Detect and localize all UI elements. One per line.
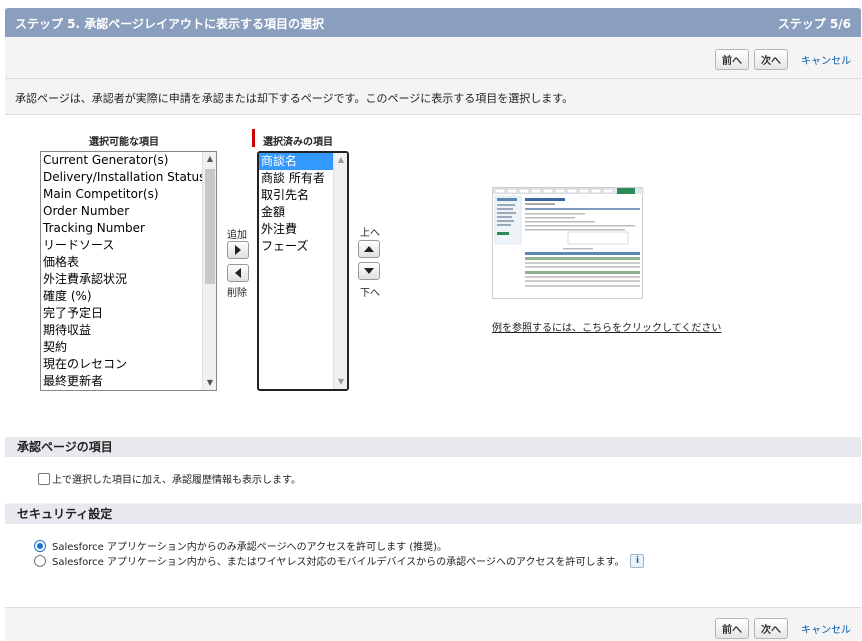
prev-button[interactable]: 前へ: [715, 48, 749, 70]
cancel-link[interactable]: キャンセル: [801, 621, 851, 636]
approval-history-label: 上で選択した項目に加え、承認履歴情報も表示します。: [52, 475, 301, 486]
next-button[interactable]: 次へ: [754, 617, 788, 639]
prev-button[interactable]: 前へ: [715, 617, 749, 639]
scroll-up-arrow-icon[interactable]: ▲: [203, 152, 216, 166]
scroll-thumb[interactable]: [205, 169, 215, 284]
list-item[interactable]: 価格表: [41, 254, 216, 271]
arrow-right-icon: [235, 245, 241, 255]
down-label: 下へ: [360, 288, 380, 299]
list-item[interactable]: Current Generator(s): [41, 152, 216, 169]
preview-example-link[interactable]: 例を参照するには、こちらをクリックしてください: [492, 319, 721, 334]
list-item[interactable]: 期待収益: [41, 322, 216, 339]
scroll-down-arrow-icon[interactable]: ▼: [203, 376, 216, 390]
page-title: ステップ 5. 承認ページレイアウトに表示する項目の選択: [15, 17, 325, 31]
list-item[interactable]: Main Competitor(s): [41, 186, 216, 203]
approval-history-checkbox[interactable]: [38, 472, 50, 485]
step-indicator: ステップ 5/6: [777, 17, 851, 31]
available-fields-title: 選択可能な項目: [89, 137, 159, 148]
list-item[interactable]: 契約: [41, 339, 216, 356]
approval-page-preview-image[interactable]: [492, 187, 644, 299]
divider: [5, 78, 861, 79]
list-item[interactable]: リードソース: [41, 237, 216, 254]
bottom-button-row: 前へ 次へ キャンセル: [715, 617, 851, 639]
divider: [5, 607, 861, 608]
available-scrollbar[interactable]: ▲ ▼: [202, 152, 216, 390]
list-item[interactable]: 外注費承認状況: [41, 271, 216, 288]
list-item[interactable]: 現在のレセコン: [41, 356, 216, 373]
info-icon[interactable]: i: [630, 553, 645, 568]
arrow-left-icon: [235, 268, 241, 278]
security-option-label: Salesforce アプリケーション内から、またはワイヤレス対応のモバイルデバ…: [52, 557, 625, 568]
security-option-radio[interactable]: [34, 554, 46, 567]
security-option-row: Salesforce アプリケーション内からのみ承認ページへのアクセスを許可しま…: [34, 538, 447, 553]
top-button-row: 前へ 次へ キャンセル: [715, 48, 851, 70]
list-item[interactable]: Order Number: [41, 203, 216, 220]
add-label: 追加: [227, 230, 247, 241]
security-option-row: Salesforce アプリケーション内から、またはワイヤレス対応のモバイルデバ…: [34, 553, 645, 568]
list-item[interactable]: 最終更新者: [41, 373, 216, 390]
security-option-label: Salesforce アプリケーション内からのみ承認ページへのアクセスを許可しま…: [52, 542, 448, 553]
selected-fields-listbox[interactable]: 商談名 商談 所有者 取引先名 金額 外注費 フェーズ ▲ ▼: [257, 151, 349, 391]
scroll-up-arrow-icon[interactable]: ▲: [334, 153, 347, 167]
move-up-button[interactable]: [358, 240, 380, 258]
list-item[interactable]: Tracking Number: [41, 220, 216, 237]
required-marker: [252, 129, 255, 147]
up-label: 上へ: [360, 228, 380, 239]
security-option-radio[interactable]: [34, 539, 46, 552]
wizard-header: ステップ 5. 承認ページレイアウトに表示する項目の選択 ステップ 5/6: [5, 8, 861, 37]
security-section-header: セキュリティ設定: [5, 504, 861, 524]
list-item[interactable]: 完了予定日: [41, 305, 216, 322]
next-button[interactable]: 次へ: [754, 48, 788, 70]
move-down-button[interactable]: [358, 262, 380, 280]
page-description: 承認ページは、承認者が実際に申請を承認または却下するページです。このページに表示…: [15, 92, 574, 105]
wizard-page: ステップ 5. 承認ページレイアウトに表示する項目の選択 ステップ 5/6 前へ…: [5, 8, 861, 641]
arrow-up-icon: [364, 246, 374, 252]
arrow-down-icon: [364, 268, 374, 274]
add-button[interactable]: [227, 241, 249, 259]
scroll-down-arrow-icon[interactable]: ▼: [334, 375, 347, 389]
available-fields-listbox[interactable]: Current Generator(s) Delivery/Installatio…: [40, 151, 217, 391]
cancel-link[interactable]: キャンセル: [801, 52, 851, 67]
remove-button[interactable]: [227, 264, 249, 282]
selected-scrollbar[interactable]: ▲ ▼: [333, 153, 347, 389]
list-item[interactable]: 確度 (%): [41, 288, 216, 305]
remove-label: 削除: [227, 288, 247, 299]
selected-fields-title: 選択済みの項目: [263, 137, 333, 148]
preview-illustration: [493, 188, 644, 287]
list-item[interactable]: Delivery/Installation Status: [41, 169, 216, 186]
approval-history-row: 上で選択した項目に加え、承認履歴情報も表示します。: [38, 471, 301, 486]
approval-section-header: 承認ページの項目: [5, 437, 861, 457]
